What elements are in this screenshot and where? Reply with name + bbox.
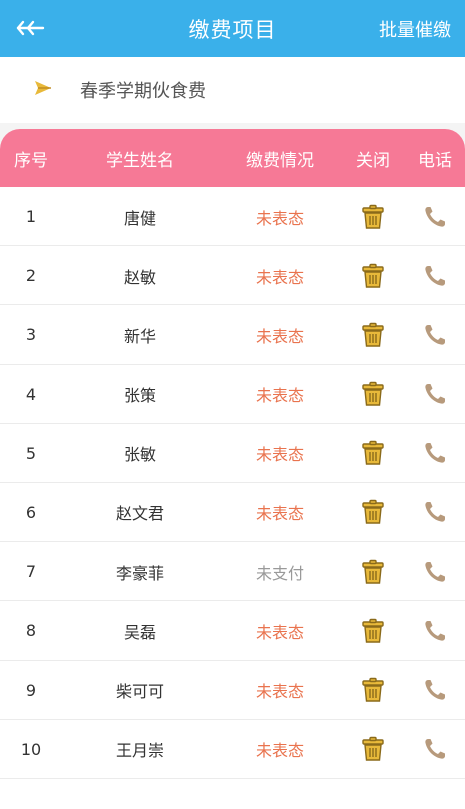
table-header: 序号 学生姓名 缴费情况 关闭 电话 — [0, 129, 465, 187]
student-name: 王月崇 — [115, 741, 164, 761]
top-bar: 缴费项目 批量催缴 — [0, 0, 465, 57]
call-button[interactable] — [412, 720, 458, 779]
payment-status: 未表态 — [255, 682, 304, 701]
student-payment-table: 序号 学生姓名 缴费情况 关闭 电话 1 唐健 未表态 2 赵敏 未表态 3 新华 未表态 4 张策… — [0, 129, 465, 809]
col-header-no: 序号 — [14, 150, 48, 171]
row-number: 2 — [25, 266, 37, 286]
table-row: 7 李豪菲 未支付 — [0, 542, 465, 602]
close-button[interactable] — [350, 542, 396, 601]
row-number: 4 — [25, 384, 37, 404]
payment-status: 未表态 — [255, 741, 304, 761]
close-button[interactable] — [350, 424, 396, 483]
student-name: 唐健 — [123, 208, 156, 228]
call-button[interactable] — [412, 187, 458, 246]
call-button[interactable] — [412, 483, 458, 542]
payment-status: 未表态 — [255, 504, 304, 524]
close-button[interactable] — [350, 365, 396, 424]
call-button[interactable] — [412, 305, 458, 364]
table-row: 8 吴磊 未表态 — [0, 601, 465, 661]
student-name: 赵文君 — [115, 504, 164, 524]
phone-icon — [420, 497, 450, 527]
payment-status: 未表态 — [255, 326, 304, 346]
close-button[interactable] — [350, 720, 396, 779]
student-name: 李豪菲 — [115, 563, 164, 583]
row-number: 10 — [20, 739, 42, 759]
phone-icon — [420, 379, 450, 409]
phone-icon — [420, 675, 450, 705]
phone-icon — [420, 438, 450, 468]
row-number: 5 — [25, 443, 37, 463]
row-number: 6 — [25, 502, 37, 522]
student-name: 新华 — [123, 326, 156, 346]
row-number: 3 — [25, 325, 37, 345]
row-number: 1 — [25, 207, 37, 226]
paper-plane-icon — [35, 81, 51, 95]
payment-status: 未支付 — [255, 563, 304, 583]
trash-icon — [358, 675, 388, 705]
call-button[interactable] — [412, 601, 458, 660]
call-button[interactable] — [412, 542, 458, 601]
student-name: 柴可可 — [115, 682, 164, 701]
student-name: 张敏 — [123, 445, 156, 465]
table-row: 5 张敏 未表态 — [0, 424, 465, 483]
close-button[interactable] — [350, 187, 396, 246]
call-button[interactable] — [412, 365, 458, 424]
row-number: 9 — [25, 680, 37, 700]
call-button[interactable] — [412, 246, 458, 305]
trash-icon — [358, 497, 388, 527]
col-header-phone: 电话 — [418, 150, 452, 171]
close-button[interactable] — [350, 661, 396, 720]
payment-status: 未表态 — [255, 445, 304, 465]
trash-icon — [358, 379, 388, 409]
phone-icon — [420, 734, 450, 764]
col-header-status: 缴费情况 — [246, 150, 314, 171]
trash-icon — [358, 557, 388, 587]
close-button[interactable] — [350, 246, 396, 305]
trash-icon — [358, 202, 388, 232]
table-row: 9 柴可可 未表态 — [0, 661, 465, 720]
student-name: 赵敏 — [123, 267, 156, 287]
phone-icon — [420, 557, 450, 587]
table-row: 3 新华 未表态 — [0, 305, 465, 365]
col-header-name: 学生姓名 — [106, 150, 174, 171]
batch-remind-button[interactable]: 批量催缴 — [379, 0, 451, 57]
phone-icon — [420, 320, 450, 350]
table-row: 6 赵文君 未表态 — [0, 483, 465, 543]
trash-icon — [358, 261, 388, 291]
payment-status: 未表态 — [255, 267, 304, 287]
table-body: 1 唐健 未表态 2 赵敏 未表态 3 新华 未表态 4 张策 未表态 5 张敏 未表态 6 赵文君 未表态 7 李豪… — [0, 187, 465, 779]
row-number: 8 — [25, 621, 37, 641]
trash-icon — [358, 616, 388, 646]
table-row: 1 唐健 未表态 — [0, 187, 465, 247]
close-button[interactable] — [350, 305, 396, 364]
call-button[interactable] — [412, 424, 458, 483]
phone-icon — [420, 202, 450, 232]
student-name: 吴磊 — [123, 622, 156, 642]
call-button[interactable] — [412, 661, 458, 720]
table-row: 10 王月崇 未表态 — [0, 720, 465, 779]
table-row: 2 赵敏 未表态 — [0, 246, 465, 306]
phone-icon — [420, 616, 450, 646]
payment-status: 未表态 — [255, 622, 304, 642]
table-row: 4 张策 未表态 — [0, 365, 465, 424]
close-button[interactable] — [350, 601, 396, 660]
row-number: 7 — [25, 562, 37, 582]
project-row: 春季学期伙食费 — [0, 57, 465, 123]
project-name: 春季学期伙食费 — [80, 81, 206, 102]
col-header-close: 关闭 — [356, 150, 390, 171]
close-button[interactable] — [350, 483, 396, 542]
trash-icon — [358, 734, 388, 764]
student-name: 张策 — [123, 386, 156, 406]
payment-status: 未表态 — [255, 208, 304, 228]
trash-icon — [358, 320, 388, 350]
payment-status: 未表态 — [255, 386, 304, 406]
phone-icon — [420, 261, 450, 291]
trash-icon — [358, 438, 388, 468]
